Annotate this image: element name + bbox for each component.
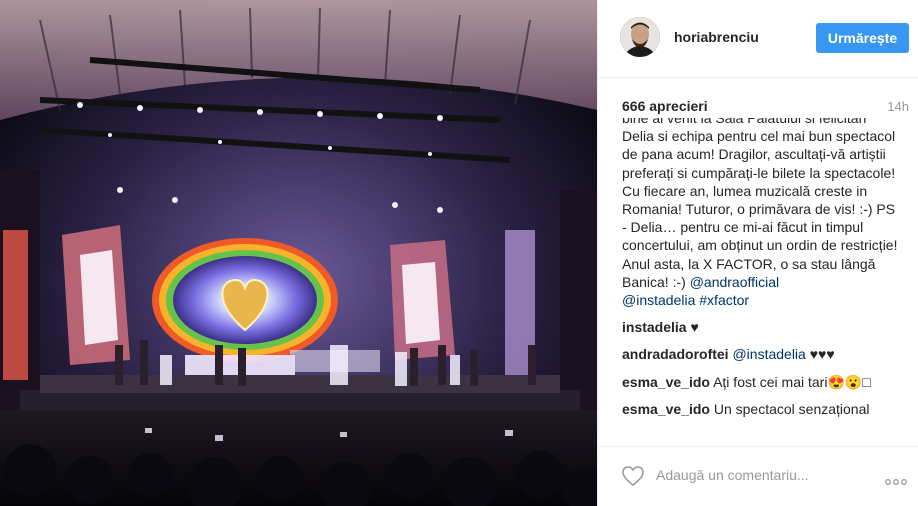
- post-side-panel: horiabrenciu Urmărește 666 aprecieri 14h…: [597, 0, 918, 506]
- heart-outline-icon[interactable]: [621, 464, 645, 488]
- comment-item: esma_ve_ido Un spectacol senzațional: [622, 400, 898, 418]
- concert-stage-image: [0, 0, 597, 506]
- comment-item: instadelia ♥: [622, 318, 898, 336]
- comments-list[interactable]: bine ai venit la Sala Palatului si felic…: [622, 118, 898, 444]
- post-header: horiabrenciu Urmărește: [598, 0, 918, 78]
- comment-text: Un spectacol senzațional: [713, 400, 870, 417]
- comment-username[interactable]: esma_ve_ido: [622, 374, 710, 390]
- comment-username[interactable]: andradadoroftei: [622, 346, 729, 362]
- comment-item: esma_ve_ido Ați fost cei mai tari😍😮□: [622, 373, 898, 391]
- post-caption: bine ai venit la Sala Palatului si felic…: [622, 118, 898, 309]
- username-link[interactable]: horiabrenciu: [674, 29, 759, 45]
- likes-count[interactable]: 666 aprecieri: [622, 98, 708, 114]
- caption-mention-andraofficial[interactable]: @andraofficial: [690, 274, 779, 290]
- comment-text: ♥: [690, 319, 699, 336]
- comment-mention[interactable]: @instadelia: [732, 346, 805, 362]
- comment-username[interactable]: instadelia: [622, 319, 687, 335]
- caption-hashtag-xfactor[interactable]: #xfactor: [699, 292, 749, 308]
- comment-text: Ați fost cei mai tari😍😮□: [713, 373, 871, 390]
- post-footer: Adaugă un comentariu...: [598, 446, 918, 506]
- follow-button[interactable]: Urmărește: [816, 23, 909, 53]
- comment-item: andradadoroftei @instadelia ♥♥♥: [622, 345, 898, 363]
- comment-username[interactable]: esma_ve_ido: [622, 401, 710, 417]
- avatar[interactable]: [620, 17, 660, 57]
- post-photo[interactable]: [0, 0, 597, 506]
- likes-row: 666 aprecieri 14h: [622, 98, 909, 118]
- caption-text: bine ai venit la Sala Palatului si felic…: [622, 118, 898, 290]
- comment-input[interactable]: Adaugă un comentariu...: [656, 464, 852, 486]
- post-time[interactable]: 14h: [887, 99, 909, 114]
- more-options-icon[interactable]: [885, 473, 907, 485]
- comment-text: ♥♥♥: [809, 346, 835, 363]
- caption-mention-instadelia[interactable]: @instadelia: [622, 292, 695, 308]
